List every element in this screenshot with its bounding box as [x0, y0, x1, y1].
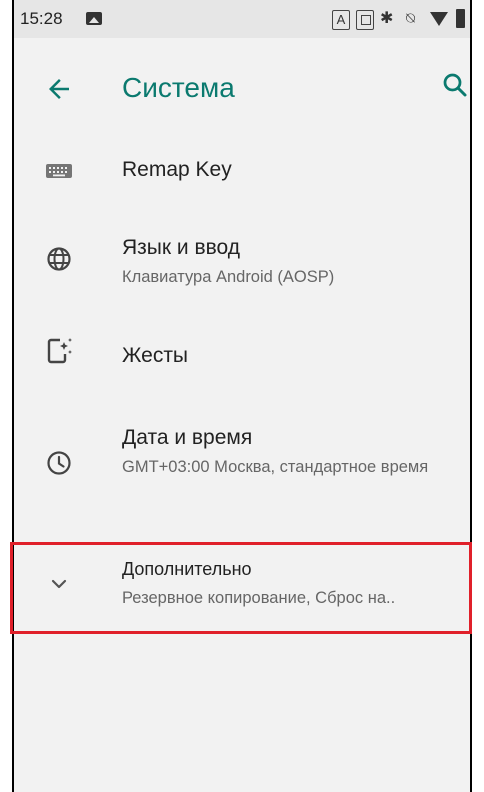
- phone-screen: 15:28 A ✱ ⍉ Система Remap Key Язык и вво…: [12, 0, 472, 792]
- a-badge-icon: A: [332, 10, 350, 30]
- keyboard-icon: [46, 164, 72, 178]
- bluetooth-icon: ✱: [380, 10, 394, 27]
- settings-item-date-time[interactable]: Дата и время GMT+03:00 Москва, стандартн…: [14, 410, 470, 510]
- back-arrow-icon[interactable]: [44, 74, 74, 104]
- gestures-phone-icon: [47, 338, 72, 364]
- battery-icon: [456, 9, 465, 28]
- page-title: Система: [122, 72, 235, 103]
- image-notification-icon: [86, 12, 102, 25]
- highlight-box: [10, 542, 472, 634]
- settings-item-gestures[interactable]: Жесты: [14, 320, 470, 392]
- alarm-off-icon: ⍉: [406, 10, 416, 27]
- settings-item-summary: GMT+03:00 Москва, стандартное время: [122, 458, 429, 476]
- screenshot-notification-icon: [356, 10, 374, 30]
- settings-item-summary: Клавиатура Android (AOSP): [122, 268, 335, 286]
- wifi-icon: [430, 12, 448, 26]
- app-bar: Система: [14, 38, 470, 138]
- settings-item-title: Язык и ввод: [122, 236, 241, 259]
- clock-icon: [47, 451, 71, 475]
- settings-item-title: Remap Key: [122, 158, 232, 181]
- settings-item-title: Жесты: [122, 344, 189, 367]
- status-bar: 15:28 A ✱ ⍉: [14, 0, 470, 38]
- settings-item-remap-key[interactable]: Remap Key: [14, 140, 470, 210]
- settings-item-language[interactable]: Язык и ввод Клавиатура Android (AOSP): [14, 222, 470, 302]
- status-time: 15:28: [20, 9, 63, 28]
- search-icon[interactable]: [440, 70, 470, 100]
- globe-icon: [47, 247, 71, 271]
- settings-item-title: Дата и время: [122, 426, 253, 449]
